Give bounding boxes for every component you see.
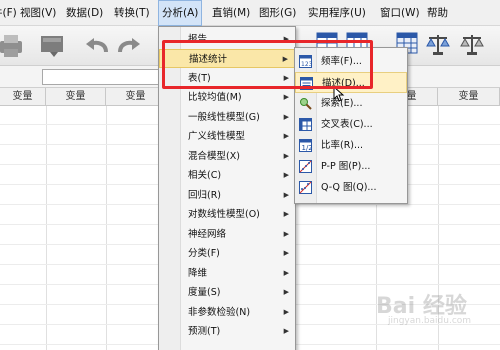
- qq-plot-icon: [299, 181, 312, 194]
- submenu-arrow-icon: ▶: [283, 191, 289, 199]
- menu-help[interactable]: 帮助: [427, 0, 448, 26]
- column-header[interactable]: 变量: [46, 88, 106, 106]
- submenu-arrow-icon: ▶: [283, 113, 289, 121]
- menu-item-loglinear[interactable]: 对数线性模型(O) ▶: [159, 205, 295, 224]
- watermark-url: jingyan.baidu.com: [388, 316, 472, 326]
- menu-item-regression[interactable]: 回归(R) ▶: [159, 186, 295, 205]
- ratio-icon: 1/2: [299, 139, 312, 152]
- menu-item-label: 神经网络: [188, 229, 227, 240]
- menu-data[interactable]: 数据(D): [66, 0, 103, 26]
- print-icon[interactable]: [0, 33, 24, 59]
- menu-utilities[interactable]: 实用程序(U): [308, 0, 366, 26]
- submenu-arrow-icon: ▶: [283, 93, 289, 101]
- submenu-arrow-icon: ▶: [283, 288, 289, 296]
- menu-item-label: 度量(S): [188, 287, 221, 298]
- menu-item-qq-plot[interactable]: Q-Q 图(Q)...: [295, 177, 407, 198]
- menu-transform[interactable]: 转换(T): [114, 0, 150, 26]
- menu-window[interactable]: 窗口(W): [380, 0, 420, 26]
- menu-item-label: 交叉表(C)...: [321, 119, 373, 130]
- column-header[interactable]: 变量: [438, 88, 500, 106]
- submenu-arrow-icon: ▶: [283, 308, 289, 316]
- menu-item-nonparametric-tests[interactable]: 非参数检验(N) ▶: [159, 303, 295, 322]
- menu-item-classify[interactable]: 分类(F) ▶: [159, 244, 295, 263]
- weight-cases-icon[interactable]: [460, 32, 484, 56]
- menu-item-label: 混合模型(X): [188, 151, 240, 162]
- menu-item-generalized-linear-models[interactable]: 广义线性模型 ▶: [159, 127, 295, 146]
- cell-value-input[interactable]: [42, 69, 162, 85]
- menu-item-label: 相关(C): [188, 170, 222, 181]
- redo-icon[interactable]: [116, 36, 142, 56]
- submenu-arrow-icon: ▶: [283, 327, 289, 335]
- menu-item-label: 探索(E)...: [321, 98, 363, 109]
- menu-item-label: 预测(T): [188, 326, 221, 337]
- menu-item-forecasting[interactable]: 预测(T) ▶: [159, 322, 295, 341]
- submenu-arrow-icon: ▶: [283, 249, 289, 257]
- menu-item-label: 比较均值(M): [188, 92, 242, 103]
- menu-item-general-linear-model[interactable]: 一般线性模型(G) ▶: [159, 108, 295, 127]
- menu-item-label: Q-Q 图(Q)...: [321, 182, 377, 193]
- dialog-recall-icon[interactable]: [40, 34, 66, 58]
- menu-item-dimension-reduction[interactable]: 降维 ▶: [159, 264, 295, 283]
- crosstabs-icon: [299, 118, 312, 131]
- svg-text:1/2: 1/2: [302, 144, 313, 152]
- menu-item-mixed-models[interactable]: 混合模型(X) ▶: [159, 147, 295, 166]
- submenu-arrow-icon: ▶: [283, 132, 289, 140]
- menu-item-label: 对数线性模型(O): [188, 209, 260, 220]
- menu-item-label: 分类(F): [188, 248, 220, 259]
- weight-cases-icon[interactable]: [426, 32, 450, 56]
- grid-divider: [46, 106, 47, 350]
- menu-direct-marketing[interactable]: 直销(M): [212, 0, 250, 26]
- menu-item-compare-means[interactable]: 比较均值(M) ▶: [159, 88, 295, 107]
- menu-analyze[interactable]: 分析(A): [158, 0, 203, 26]
- menu-item-label: 比率(R)...: [321, 140, 364, 151]
- menu-item-label: 回归(R): [188, 190, 222, 201]
- menu-item-ratio[interactable]: 1/2 比率(R)...: [295, 135, 407, 156]
- menu-item-label: 非参数检验(N): [188, 307, 251, 318]
- submenu-arrow-icon: ▶: [283, 210, 289, 218]
- column-header[interactable]: 变量: [106, 88, 166, 106]
- menu-item-crosstabs[interactable]: 交叉表(C)...: [295, 114, 407, 135]
- menu-view[interactable]: 视图(V): [20, 0, 56, 26]
- menu-item-pp-plot[interactable]: P-P 图(P)...: [295, 156, 407, 177]
- menu-file[interactable]: 件(F): [0, 0, 17, 26]
- menu-item-scale[interactable]: 度量(S) ▶: [159, 283, 295, 302]
- menu-item-label: 广义线性模型: [188, 131, 246, 142]
- menu-graphs[interactable]: 图形(G): [259, 0, 296, 26]
- undo-icon[interactable]: [84, 36, 110, 56]
- menu-item-label: 一般线性模型(G): [188, 112, 260, 123]
- grid-divider: [106, 106, 107, 350]
- menu-item-correlate[interactable]: 相关(C) ▶: [159, 166, 295, 185]
- column-header[interactable]: 变量: [0, 88, 46, 106]
- menu-bar: 件(F) 视图(V) 数据(D) 转换(T) 分析(A) 直销(M) 图形(G)…: [0, 0, 500, 26]
- pp-plot-icon: [299, 160, 312, 173]
- submenu-arrow-icon: ▶: [283, 171, 289, 179]
- submenu-arrow-icon: ▶: [283, 152, 289, 160]
- menu-item-explore[interactable]: 探索(E)...: [295, 93, 407, 114]
- highlight-annotation: [162, 40, 373, 89]
- menu-item-label: P-P 图(P)...: [321, 161, 371, 172]
- submenu-arrow-icon: ▶: [283, 269, 289, 277]
- submenu-arrow-icon: ▶: [283, 230, 289, 238]
- explore-icon: [300, 98, 312, 110]
- menu-item-neural-networks[interactable]: 神经网络 ▶: [159, 225, 295, 244]
- menu-item-label: 降维: [188, 268, 208, 279]
